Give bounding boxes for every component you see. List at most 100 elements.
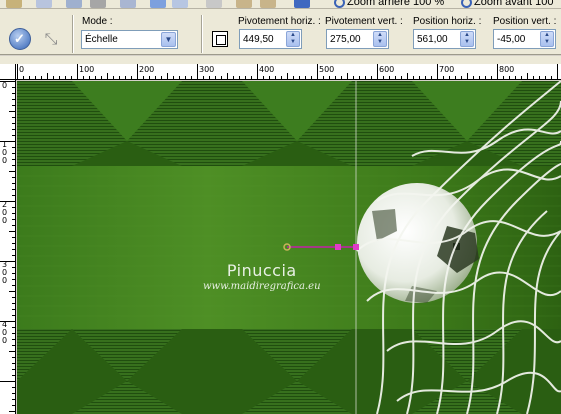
ruler-tick [293, 76, 294, 79]
ruler-label: 200 [139, 65, 155, 74]
ruler-tick [149, 76, 150, 79]
zoom-out-icon [334, 0, 345, 8]
ruler-tick [263, 76, 264, 79]
pos-h-spinner[interactable]: ▲ ▼ [460, 31, 474, 47]
ruler-tick [311, 76, 312, 79]
ruler-tick [161, 76, 162, 79]
ruler-tick [95, 76, 96, 79]
ruler-tick [12, 183, 15, 184]
ruler-tick [527, 73, 528, 79]
tool-button-8[interactable] [206, 0, 222, 8]
pick-tool-icon[interactable]: ⤡ [40, 29, 62, 51]
undo-icon[interactable] [150, 0, 166, 8]
ruler-tick [12, 159, 15, 160]
ruler-tick [12, 135, 15, 136]
ruler-tick [113, 76, 114, 79]
ruler-tick [89, 76, 90, 79]
ruler-tick [233, 76, 234, 79]
tool-button-4[interactable] [90, 0, 106, 8]
ruler-label: 300 [199, 65, 215, 74]
ruler-tick [12, 369, 15, 370]
image-canvas[interactable]: Pinuccia www.maidiregrafica.eu [17, 81, 561, 414]
pos-v-field[interactable]: -45,00 ▲ ▼ [493, 29, 556, 49]
ruler-tick [137, 64, 138, 79]
pivot-v-field[interactable]: 275,00 ▲ ▼ [326, 29, 389, 49]
mode-select[interactable]: Échelle ▼ [81, 30, 178, 49]
ruler-tick [65, 76, 66, 79]
ruler-tick [245, 76, 246, 79]
ruler-tick [221, 76, 222, 79]
pivot-h-field[interactable]: 449,50 ▲ ▼ [239, 29, 302, 49]
pivot-v-label: Pivotement vert. : [325, 16, 403, 27]
ruler-tick [53, 76, 54, 79]
ruler-tick [12, 153, 15, 154]
ruler-tick [12, 279, 15, 280]
ruler-tick [12, 333, 15, 334]
ruler-tick [12, 237, 15, 238]
ruler-tick [461, 76, 462, 79]
ruler-tick [12, 87, 15, 88]
ruler-tick [509, 76, 510, 79]
mode-label: Mode : [82, 16, 113, 27]
watermark: Pinuccia www.maidiregrafica.eu [203, 261, 321, 292]
pivot-h-value: 449,50 [243, 34, 274, 45]
ruler-tick [12, 255, 15, 256]
ruler-tick [12, 105, 15, 106]
ruler-tick [329, 76, 330, 79]
ruler-tick [12, 363, 15, 364]
pos-v-spinner[interactable]: ▲ ▼ [540, 31, 554, 47]
mode-value: Échelle [85, 34, 118, 45]
workspace-strip [0, 56, 561, 64]
redo-icon[interactable] [172, 0, 188, 8]
ruler-label: 400 [259, 65, 275, 74]
ruler-tick [479, 76, 480, 79]
pos-h-field[interactable]: 561,00 ▲ ▼ [413, 29, 476, 49]
help-icon[interactable] [294, 0, 310, 8]
tool-button-5[interactable] [120, 0, 136, 8]
pivot-v-spinner[interactable]: ▲ ▼ [373, 31, 387, 47]
ruler-tick [317, 64, 318, 79]
ruler-tick [125, 76, 126, 79]
ruler-tick [12, 129, 15, 130]
zoom-out-button[interactable]: Zoom arrière 100 % [334, 0, 444, 8]
ruler-tick [431, 76, 432, 79]
ruler-tick [29, 76, 30, 79]
pivot-h-spinner[interactable]: ▲ ▼ [286, 31, 300, 47]
tool-button-1[interactable] [6, 0, 22, 8]
ruler-tick [47, 73, 48, 79]
main-toolbar: Zoom arrière 100 % Zoom avant 100 [0, 0, 561, 9]
pos-h-value: 561,00 [417, 34, 448, 45]
watermark-title: Pinuccia [226, 261, 297, 280]
ruler-tick [9, 231, 15, 232]
ruler-tick [491, 76, 492, 79]
pivot-v-value: 275,00 [330, 34, 361, 45]
ruler-tick [12, 399, 15, 400]
ruler-tick [383, 76, 384, 79]
top-diamond-pattern [17, 81, 561, 166]
tool-button-10[interactable] [260, 0, 276, 8]
ruler-tick [533, 76, 534, 79]
ruler-tick [503, 76, 504, 79]
pivot-h-label: Pivotement horiz. : [238, 16, 321, 27]
ruler-tick [347, 73, 348, 79]
tool-button-2[interactable] [36, 0, 52, 8]
ruler-tick [167, 73, 168, 79]
tool-button-9[interactable] [236, 0, 252, 8]
tool-button-3[interactable] [66, 0, 82, 8]
ruler-tick [12, 339, 15, 340]
ruler-tick [251, 76, 252, 79]
ruler-tick [353, 76, 354, 79]
ruler-tick [12, 117, 15, 118]
transform-icon[interactable] [212, 31, 228, 47]
ruler-tick [0, 321, 15, 322]
chevron-down-icon[interactable]: ▼ [161, 32, 176, 47]
ruler-tick [227, 73, 228, 79]
watermark-url: www.maidiregrafica.eu [203, 281, 321, 292]
separator [201, 15, 203, 53]
zoom-in-button[interactable]: Zoom avant 100 [461, 0, 554, 8]
ruler-label: 800 [499, 65, 515, 74]
ruler-tick [12, 375, 15, 376]
ruler-tick [185, 76, 186, 79]
apply-icon[interactable]: ✓ [9, 28, 31, 50]
ruler-tick [401, 76, 402, 79]
